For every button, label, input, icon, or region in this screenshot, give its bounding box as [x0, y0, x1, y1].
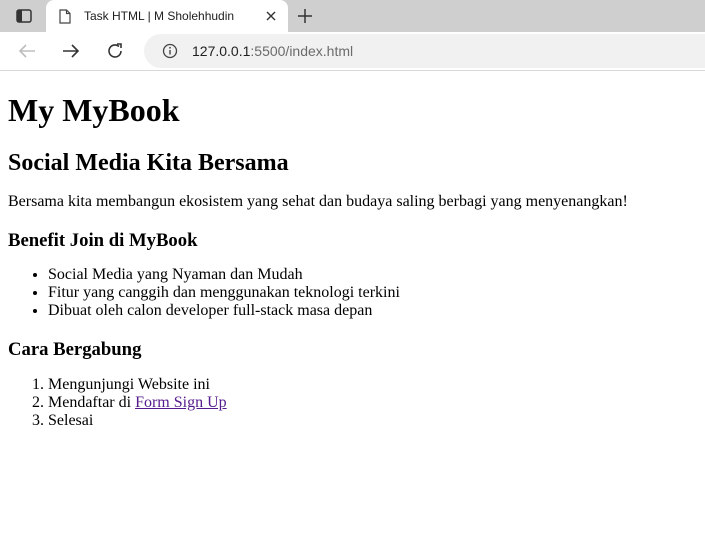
url-path: :5500/index.html: [250, 43, 354, 59]
list-item: Mendaftar di Form Sign Up: [48, 394, 697, 412]
url-host: 127.0.0.1: [192, 43, 251, 59]
intro-text: Bersama kita membangun ekosistem yang se…: [8, 193, 628, 210]
close-icon[interactable]: [260, 5, 282, 27]
step-text: Mengunjungi Website ini: [48, 376, 210, 393]
list-item: Social Media yang Nyaman dan Mudah: [48, 266, 697, 284]
back-arrow-icon[interactable]: [12, 37, 42, 65]
address-bar[interactable]: 127.0.0.1:5500/index.html: [144, 34, 705, 68]
list-item: Fitur yang canggih dan menggunakan tekno…: [48, 284, 697, 302]
tab-strip: Task HTML | M Sholehhudin: [0, 0, 705, 32]
benefits-list: Social Media yang Nyaman dan Mudah Fitur…: [8, 266, 697, 320]
forward-arrow-icon[interactable]: [56, 37, 86, 65]
reload-icon[interactable]: [100, 37, 130, 65]
sidebar-toggle-icon[interactable]: [6, 2, 42, 30]
list-item: Mengunjungi Website ini: [48, 376, 697, 394]
url-text[interactable]: 127.0.0.1:5500/index.html: [192, 43, 353, 59]
tab-title: Task HTML | M Sholehhudin: [84, 9, 235, 23]
benefits-heading: Benefit Join di MyBook: [8, 230, 198, 251]
browser-tab[interactable]: Task HTML | M Sholehhudin: [46, 0, 288, 32]
page-icon: [58, 8, 72, 24]
page-title: My MyBook: [8, 92, 180, 128]
info-icon[interactable]: [162, 43, 178, 59]
step-text: Selesai: [48, 412, 94, 429]
join-heading: Cara Bergabung: [8, 339, 142, 360]
page-subtitle: Social Media Kita Bersama: [8, 150, 289, 176]
step-text: Mendaftar di: [48, 394, 136, 411]
plus-icon[interactable]: [292, 3, 318, 29]
browser-toolbar: 127.0.0.1:5500/index.html: [0, 32, 705, 71]
steps-list: Mengunjungi Website ini Mendaftar di For…: [8, 376, 697, 430]
list-item: Selesai: [48, 412, 697, 430]
page-content: My MyBook Social Media Kita Bersama Bers…: [0, 92, 705, 430]
signup-link[interactable]: Form Sign Up: [135, 394, 227, 411]
list-item: Dibuat oleh calon developer full-stack m…: [48, 302, 697, 320]
